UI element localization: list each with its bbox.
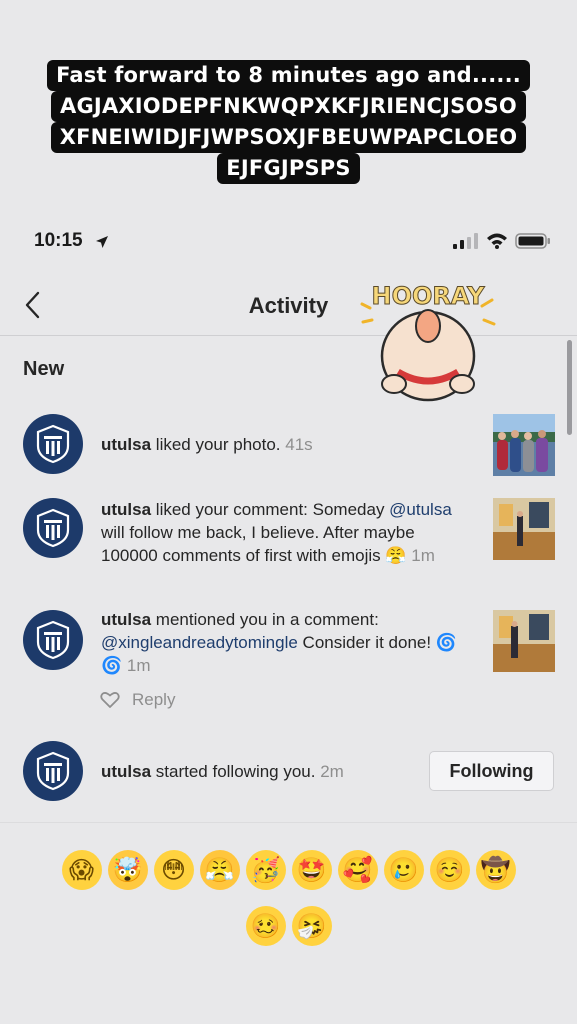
utulsa-shield-logo-icon (36, 751, 70, 791)
caption-line-3: XFNEIWIDJFJWPSOXJFBEUWPAPCLOEO (50, 122, 527, 153)
emoji-row-2: 🥴 🤧 (0, 906, 577, 946)
post-thumbnail[interactable] (493, 414, 555, 476)
following-button[interactable]: Following (429, 751, 554, 791)
scrollbar[interactable] (567, 340, 572, 435)
status-time: 10:15 (34, 230, 83, 251)
location-arrow-icon (96, 236, 108, 248)
avatar[interactable] (23, 741, 83, 801)
activity-message: liked your photo. (151, 435, 286, 454)
flushed-face-emoji: 😳 (153, 850, 194, 890)
caption-line-1: Fast forward to 8 minutes ago and...... (47, 60, 530, 91)
emoji-row-1: 😱 🤯 😳 😤 🥳 🤩 🥰 🥲 ☺️ 🤠 (0, 850, 577, 890)
timestamp: 1m (126, 656, 151, 675)
activity-text: utulsa started following you. 2m (101, 760, 421, 783)
username[interactable]: utulsa (101, 762, 151, 781)
smiling-face-emoji: ☺️ (429, 850, 470, 890)
divider (0, 822, 577, 823)
reply-action[interactable]: Reply (100, 690, 175, 710)
hooray-sticker: HOORAY (360, 282, 496, 402)
battery-icon (515, 233, 550, 249)
activity-message-cont: will follow me back, I believe. After ma… (101, 523, 415, 565)
utulsa-shield-logo-icon (36, 620, 70, 660)
caption-line-2: AGJAXIODEPFNKWQPXKFJRIENCJSOSO (51, 91, 526, 122)
avatar[interactable] (23, 610, 83, 670)
woozy-face-emoji: 🥴 (245, 906, 286, 946)
star-struck-emoji: 🤩 (291, 850, 332, 890)
username[interactable]: utulsa (101, 435, 151, 454)
activity-text: utulsa mentioned you in a comment: @xing… (101, 608, 476, 677)
story-caption: Fast forward to 8 minutes ago and...... … (0, 60, 577, 184)
username[interactable]: utulsa (101, 500, 151, 519)
reply-button[interactable]: Reply (132, 690, 175, 710)
avatar[interactable] (23, 414, 83, 474)
activity-message: liked your comment: Someday (151, 500, 390, 519)
timestamp: 1m (411, 546, 435, 565)
mention-link[interactable]: @utulsa (389, 500, 452, 519)
status-bar: 10:15 (0, 228, 577, 258)
smiling-tear-emoji: 🥲 (383, 850, 424, 890)
mention-link[interactable]: @xingleandreadytomingle (101, 633, 298, 652)
caption-line-4: EJFGJPSPS (217, 153, 360, 184)
activity-message: started following you. (151, 762, 321, 781)
sneezing-face-emoji: 🤧 (291, 906, 332, 946)
timestamp: 2m (320, 762, 344, 781)
heart-outline-icon[interactable] (100, 691, 120, 709)
timestamp: 41s (285, 435, 313, 454)
partying-face-emoji: 🥳 (245, 850, 286, 890)
activity-text: utulsa liked your comment: Someday @utul… (101, 498, 476, 567)
username[interactable]: utulsa (101, 610, 151, 629)
utulsa-shield-logo-icon (36, 508, 70, 548)
smiling-hearts-emoji: 🥰 (337, 850, 378, 890)
sticker-text: HOORAY (371, 282, 485, 310)
section-new-label: New (23, 358, 65, 380)
exploding-head-emoji: 🤯 (107, 850, 148, 890)
post-thumbnail[interactable] (493, 498, 555, 560)
screaming-face-emoji: 😱 (61, 850, 102, 890)
wifi-icon (487, 233, 507, 249)
avatar[interactable] (23, 498, 83, 558)
steam-face-emoji: 😤 (199, 850, 240, 890)
activity-text: utulsa liked your photo. 41s (101, 433, 476, 456)
utulsa-shield-logo-icon (36, 424, 70, 464)
room-photo-image (493, 610, 555, 672)
group-photo-image (493, 414, 555, 476)
room-photo-image (493, 498, 555, 560)
activity-message: mentioned you in a comment: (151, 610, 379, 629)
cowboy-face-emoji: 🤠 (475, 850, 516, 890)
signal-icon (453, 233, 478, 249)
post-thumbnail[interactable] (493, 610, 555, 672)
